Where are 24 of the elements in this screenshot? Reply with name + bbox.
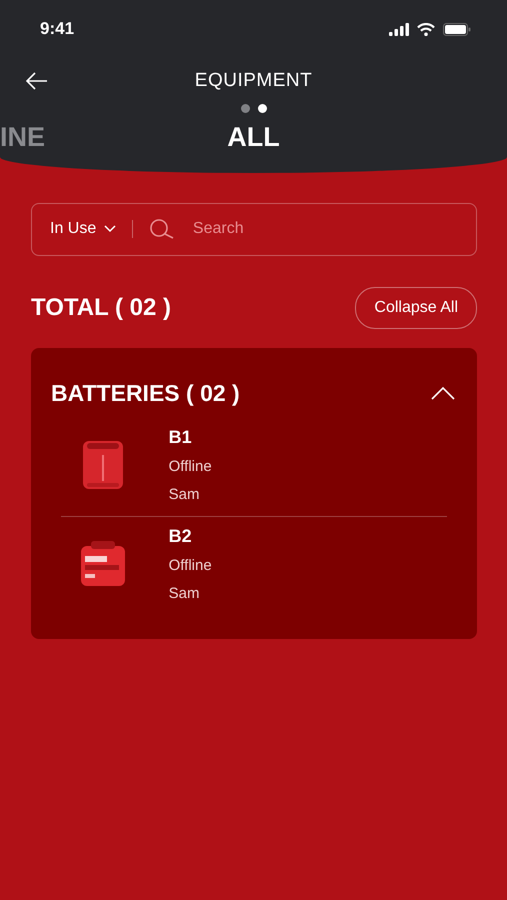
page-dot[interactable] <box>240 104 250 113</box>
wifi-icon <box>417 22 435 36</box>
tab[interactable]: INE <box>0 123 46 153</box>
filter-dropdown[interactable]: In Use <box>50 217 116 242</box>
chevron-down-icon <box>104 225 116 234</box>
search-bar[interactable]: In Use Search <box>31 202 477 256</box>
item-user: Sam <box>168 584 200 604</box>
page-dot[interactable] <box>258 104 266 113</box>
item-name: B1 <box>168 426 193 450</box>
search-icon <box>148 218 175 240</box>
status-time: 9:41 <box>40 18 74 40</box>
item-status: Offline <box>168 556 212 576</box>
equipment-item[interactable]: B1 Offline Sam <box>51 418 457 516</box>
battery-icon <box>443 22 471 36</box>
total-count: TOTAL ( 02 ) <box>31 292 172 323</box>
item-name: B2 <box>168 525 193 548</box>
page-title: EQUIPMENT <box>194 68 312 93</box>
collapse-all-button[interactable]: Collapse All <box>355 286 477 329</box>
tab[interactable]: ALL <box>227 123 280 153</box>
item-user: Sam <box>168 484 200 505</box>
group-title: BATTERIES ( 02 ) <box>51 378 240 408</box>
equipment-item[interactable]: B2 Offline Sam <box>61 516 447 616</box>
item-status: Offline <box>168 457 212 478</box>
signal-icon <box>389 22 409 36</box>
